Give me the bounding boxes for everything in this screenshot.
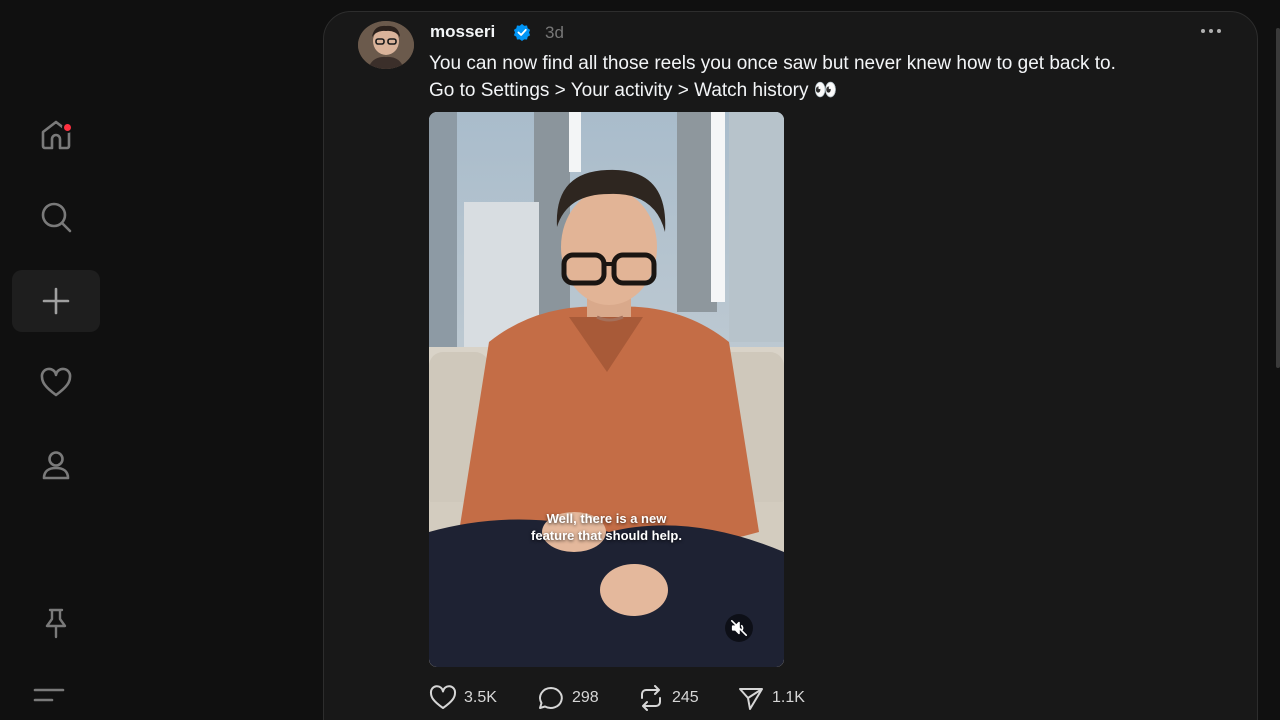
like-count: 3.5K xyxy=(464,689,497,706)
sidebar-item-create[interactable] xyxy=(12,270,100,332)
more-icon xyxy=(1201,29,1221,33)
comment-icon xyxy=(539,687,563,709)
avatar[interactable] xyxy=(358,21,414,69)
share-count: 1.1K xyxy=(772,689,805,706)
share-button[interactable]: 1.1K xyxy=(737,685,805,711)
subtitle-line: feature that should help. xyxy=(531,528,682,543)
verified-badge-icon xyxy=(513,23,531,46)
more-options-button[interactable] xyxy=(1196,20,1226,42)
scrollbar[interactable] xyxy=(1276,28,1280,368)
sidebar-item-menu[interactable] xyxy=(4,664,94,720)
send-icon xyxy=(739,688,763,710)
heart-icon xyxy=(429,685,457,709)
video-frame-image xyxy=(429,112,784,667)
repost-count: 245 xyxy=(672,689,699,706)
post-timestamp: 3d xyxy=(545,23,564,42)
person-icon xyxy=(42,451,70,480)
video-subtitle: Well, there is a new feature that should… xyxy=(429,510,784,544)
post-card: mosseri 3d You can now find all those re… xyxy=(323,11,1258,720)
sidebar-item-search[interactable] xyxy=(12,186,100,248)
subtitle-line: Well, there is a new xyxy=(546,511,667,526)
post-caption: You can now find all those reels you onc… xyxy=(429,50,1239,104)
sidebar-item-home[interactable] xyxy=(12,104,100,166)
username[interactable]: mosseri xyxy=(430,22,495,42)
caption-line: Go to Settings > Your activity > Watch h… xyxy=(429,80,838,101)
notification-dot xyxy=(62,122,73,133)
sidebar-nav xyxy=(0,0,112,720)
heart-icon xyxy=(40,367,72,397)
speaker-muted-icon xyxy=(730,619,748,637)
menu-icon xyxy=(33,688,65,702)
pin-icon xyxy=(45,608,67,639)
sidebar-item-activity[interactable] xyxy=(12,352,100,414)
reply-count: 298 xyxy=(572,689,599,706)
reply-button[interactable]: 298 xyxy=(537,685,599,711)
sidebar-item-pin[interactable] xyxy=(12,592,100,654)
mute-toggle-button[interactable] xyxy=(725,614,753,642)
search-icon xyxy=(41,202,72,233)
caption-line: You can now find all those reels you onc… xyxy=(429,53,1116,74)
plus-icon xyxy=(42,287,70,315)
like-button[interactable]: 3.5K xyxy=(429,685,497,711)
reel-video[interactable]: Well, there is a new feature that should… xyxy=(429,112,784,667)
sidebar-item-profile[interactable] xyxy=(12,434,100,496)
repost-button[interactable]: 245 xyxy=(637,685,699,711)
repost-icon xyxy=(641,685,661,711)
